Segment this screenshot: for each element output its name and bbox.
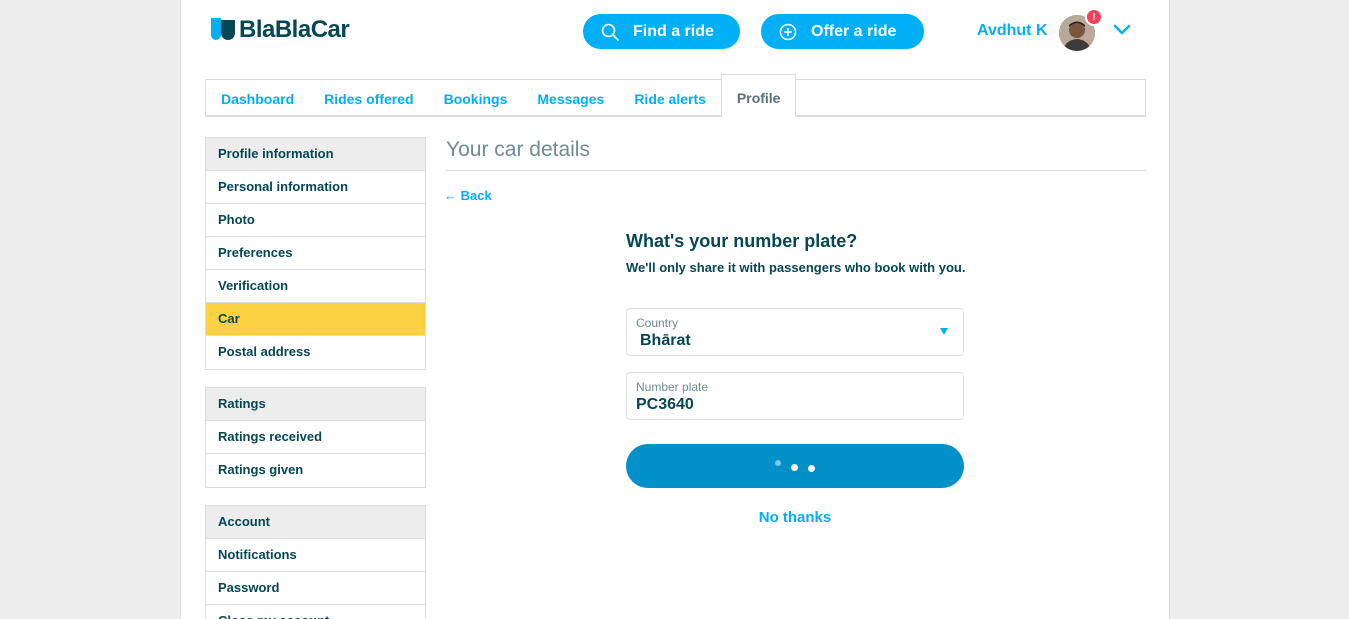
user-name-link[interactable]: Avdhut K xyxy=(977,22,1048,40)
sidebar-item-close-account[interactable]: Close my account xyxy=(206,605,425,619)
logo-mark-icon xyxy=(211,18,237,42)
sidebar-item-car[interactable]: Car xyxy=(206,303,425,336)
offer-ride-label: Offer a ride xyxy=(811,22,897,40)
sidebar-item-photo[interactable]: Photo xyxy=(206,204,425,237)
tab-bookings[interactable]: Bookings xyxy=(429,80,523,116)
profile-tabs: Dashboard Rides offered Bookings Message… xyxy=(205,74,1146,118)
sidebar-item-ratings-received[interactable]: Ratings received xyxy=(206,421,425,454)
tab-dashboard[interactable]: Dashboard xyxy=(206,80,309,116)
chevron-down-icon[interactable] xyxy=(1113,24,1131,36)
sidebar-item-preferences[interactable]: Preferences xyxy=(206,237,425,270)
plate-question-subtitle: We'll only share it with passengers who … xyxy=(626,260,966,275)
country-value: Bhārat xyxy=(640,332,691,349)
number-plate-value: PC3640 xyxy=(636,396,694,413)
tab-messages[interactable]: Messages xyxy=(522,80,619,116)
back-link[interactable]: ← Back xyxy=(444,188,492,203)
sidebar-item-notifications[interactable]: Notifications xyxy=(206,539,425,572)
plus-circle-icon xyxy=(779,23,797,40)
offer-ride-button[interactable]: Offer a ride xyxy=(761,14,924,49)
sidebar-account-section: Account Notifications Password Close my … xyxy=(205,505,426,619)
sidebar-heading-ratings: Ratings xyxy=(206,388,425,421)
number-plate-label: Number plate xyxy=(636,380,709,394)
sidebar-heading-profile: Profile information xyxy=(206,138,425,171)
dropdown-caret-icon xyxy=(940,328,948,335)
sidebar-ratings-section: Ratings Ratings received Ratings given xyxy=(205,387,426,488)
find-ride-label: Find a ride xyxy=(633,22,714,40)
submit-button-loading[interactable] xyxy=(626,444,964,488)
loading-dot-icon xyxy=(791,463,798,471)
tab-profile[interactable]: Profile xyxy=(720,74,797,118)
sidebar-item-verification[interactable]: Verification xyxy=(206,270,425,303)
sidebar-item-postal-address[interactable]: Postal address xyxy=(206,336,425,369)
loading-dot-icon xyxy=(808,464,815,472)
blablacar-logo[interactable]: BlaBlaCar xyxy=(211,16,350,44)
page-container: BlaBlaCar Find a ride Offer a ride Avdhu… xyxy=(180,0,1170,619)
page-title: Your car details xyxy=(446,138,1146,171)
country-select[interactable]: Country Bhārat xyxy=(626,308,964,356)
loading-dot-icon xyxy=(775,460,781,466)
plate-question-heading: What's your number plate? xyxy=(626,231,858,251)
no-thanks-link[interactable]: No thanks xyxy=(626,509,964,526)
notification-badge: ! xyxy=(1085,8,1103,26)
logo-text: BlaBlaCar xyxy=(239,16,350,43)
sidebar-item-password[interactable]: Password xyxy=(206,572,425,605)
search-icon xyxy=(601,23,619,41)
find-ride-button[interactable]: Find a ride xyxy=(583,14,740,49)
sidebar-item-personal-information[interactable]: Personal information xyxy=(206,171,425,204)
sidebar-item-ratings-given[interactable]: Ratings given xyxy=(206,454,425,487)
tab-ride-alerts[interactable]: Ride alerts xyxy=(619,80,721,116)
number-plate-field[interactable]: Number plate PC3640 xyxy=(626,372,964,420)
tab-rides-offered[interactable]: Rides offered xyxy=(309,80,428,116)
sidebar-heading-account: Account xyxy=(206,506,425,539)
country-label: Country xyxy=(636,316,679,330)
sidebar-profile-section: Profile information Personal information… xyxy=(205,137,426,370)
